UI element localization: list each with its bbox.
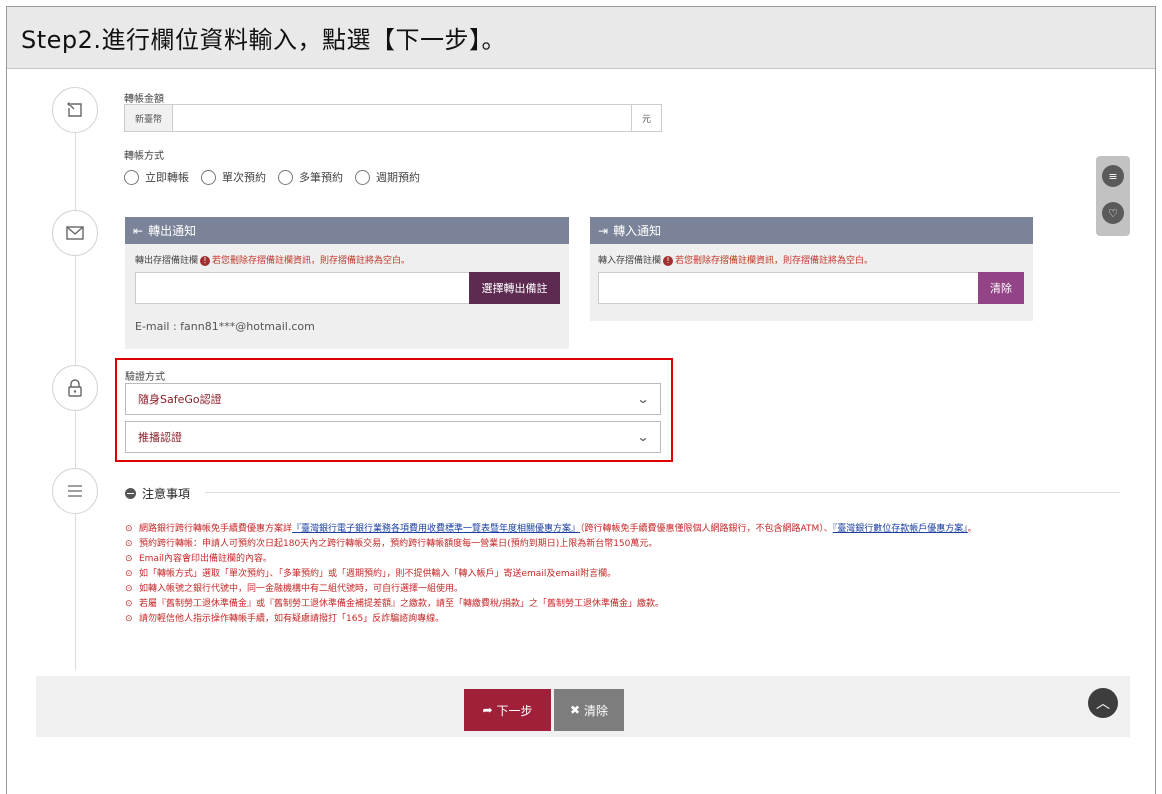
chevron-down-icon: ⌄ [636, 392, 650, 406]
radio-multiple[interactable]: 多筆預約 [278, 169, 343, 185]
radio-immediate[interactable]: 立即轉帳 [124, 169, 189, 185]
favorite-icon[interactable]: ♡ [1102, 202, 1124, 224]
radio-label: 單次預約 [222, 171, 266, 184]
radio-label: 立即轉帳 [145, 171, 189, 184]
next-step-button[interactable]: ➦ 下一步 [464, 689, 551, 731]
chevron-up-icon: ︿ [1096, 696, 1110, 712]
method-label: 轉帳方式 [124, 151, 164, 162]
clear-label: 清除 [584, 703, 609, 718]
verify-method-value: 隨身SafeGo認證 [138, 393, 222, 406]
note-item: 請勿輕信他人指示操作轉帳手續，如有疑慮請撥打「165」反詐騙諮詢專線。 [125, 612, 1060, 627]
radio-circle[interactable] [124, 169, 139, 185]
amount-input[interactable]: 新臺幣 元 [124, 104, 662, 132]
notes-divider [205, 492, 1120, 493]
in-memo-input[interactable] [598, 272, 980, 304]
out-notice-header: ⇤ 轉出通知 [125, 217, 569, 244]
scroll-top-button[interactable]: ︿ [1088, 688, 1118, 718]
in-notice-hint: 轉入存摺備註欄! 若您刪除存摺備註欄資訊，則存摺備註將為空白。 [598, 253, 873, 266]
note-item: 預約跨行轉帳：申請人可預約次日起180天內之跨行轉帳交易，預約跨行轉帳額度每一營… [125, 537, 1060, 552]
notes-title: 注意事項 [142, 487, 191, 501]
warning-icon: ! [200, 256, 211, 266]
side-toolbar: ≡ ♡ [1096, 156, 1130, 236]
edit-icon [52, 87, 98, 133]
notes-toggle[interactable]: 注意事項 [125, 485, 190, 502]
note-item: 若屬『舊制勞工退休準備金』或『舊制勞工退休準備金補提差額』之繳款，請至「轉繳費稅… [125, 597, 1060, 612]
amount-prefix: 新臺幣 [125, 105, 173, 131]
out-memo-input[interactable] [135, 272, 470, 304]
chevron-down-icon: ⌄ [636, 430, 650, 444]
document-icon[interactable]: ≡ [1102, 165, 1124, 187]
page-title: Step2.進行欄位資料輸入，點選【下一步】。 [21, 26, 507, 54]
amount-suffix: 元 [631, 105, 661, 131]
close-icon: ✖ [569, 703, 581, 717]
email-text: E-mail : fann81***@hotmail.com [135, 320, 315, 333]
next-step-label: 下一步 [496, 703, 533, 718]
clear-in-memo-button[interactable]: 清除 [978, 272, 1024, 304]
out-notice-title: 轉出通知 [148, 224, 197, 238]
amount-label: 轉帳金額 [124, 94, 164, 105]
footer-bar: ➦ 下一步 ✖ 清除 [36, 676, 1130, 737]
in-hint-warning: 若您刪除存摺備註欄資訊，則存摺備註將為空白。 [675, 256, 874, 266]
in-notice-title: 轉入通知 [613, 224, 662, 238]
sign-in-icon: ⇥ [598, 223, 609, 238]
share-arrow-icon: ➦ [482, 703, 493, 717]
radio-periodic[interactable]: 週期預約 [355, 169, 420, 185]
digital-account-link[interactable]: 『臺灣銀行數位存款帳戶優惠方案』 [833, 524, 968, 534]
in-notice-panel: ⇥ 轉入通知 轉入存摺備註欄! 若您刪除存摺備註欄資訊，則存摺備註將為空白。 清除 [590, 217, 1033, 321]
radio-label: 多筆預約 [299, 171, 343, 184]
radio-circle[interactable] [278, 169, 293, 185]
title-bar: Step2.進行欄位資料輸入，點選【下一步】。 [7, 7, 1155, 69]
list-icon [52, 468, 98, 514]
radio-circle[interactable] [355, 169, 370, 185]
note-item: Email內容會印出備註欄的內容。 [125, 552, 1060, 567]
note-text: 。 [967, 524, 977, 534]
out-hint-warning: 若您刪除存摺備註欄資訊，則存摺備註將為空白。 [212, 256, 411, 266]
minus-circle-icon [125, 488, 136, 499]
out-hint-label: 轉出存摺備註欄 [135, 256, 199, 266]
select-out-memo-button[interactable]: 選擇轉出備註 [469, 272, 560, 304]
push-auth-select[interactable]: 推播認證 ⌄ [125, 421, 661, 453]
lock-icon [52, 365, 98, 411]
sign-out-icon: ⇤ [133, 223, 144, 238]
out-notice-hint: 轉出存摺備註欄! 若您刪除存摺備註欄資訊，則存摺備註將為空白。 [135, 253, 410, 266]
verify-label: 驗證方式 [125, 372, 165, 383]
clear-button[interactable]: ✖ 清除 [554, 689, 624, 731]
note-item: 如轉入帳號之銀行代號中，同一金融機構中有二組代號時，可自行選擇一組使用。 [125, 582, 1060, 597]
method-radio-group: 立即轉帳 單次預約 多筆預約 週期預約 [124, 169, 420, 185]
note-item: 網路銀行跨行轉帳免手續費優惠方案詳『臺灣銀行電子銀行業務各項費用收費標準一覽表暨… [125, 522, 1060, 537]
notes-list: 網路銀行跨行轉帳免手續費優惠方案詳『臺灣銀行電子銀行業務各項費用收費標準一覽表暨… [125, 522, 1060, 627]
verify-method-select[interactable]: 隨身SafeGo認證 ⌄ [125, 383, 661, 415]
radio-label: 週期預約 [376, 171, 420, 184]
mail-icon [52, 210, 98, 256]
radio-circle[interactable] [201, 169, 216, 185]
fee-table-link[interactable]: 『臺灣銀行電子銀行業務各項費用收費標準一覽表暨年度相關優惠方案』 [292, 524, 580, 534]
out-notice-panel: ⇤ 轉出通知 轉出存摺備註欄! 若您刪除存摺備註欄資訊，則存摺備註將為空白。 選擇… [125, 217, 569, 349]
radio-single[interactable]: 單次預約 [201, 169, 266, 185]
warning-icon: ! [663, 256, 674, 266]
note-text: 網路銀行跨行轉帳免手續費優惠方案詳 [139, 524, 293, 534]
in-notice-header: ⇥ 轉入通知 [590, 217, 1033, 244]
note-item: 如「轉帳方式」選取「單次預約」、「多筆預約」或「週期預約」，則不提供輸入「轉入帳… [125, 567, 1060, 582]
push-auth-value: 推播認證 [138, 431, 182, 444]
note-text: （跨行轉帳免手續費優惠僅限個人網路銀行，不包含網路ATM）、 [580, 524, 833, 534]
in-hint-label: 轉入存摺備註欄 [598, 256, 662, 266]
